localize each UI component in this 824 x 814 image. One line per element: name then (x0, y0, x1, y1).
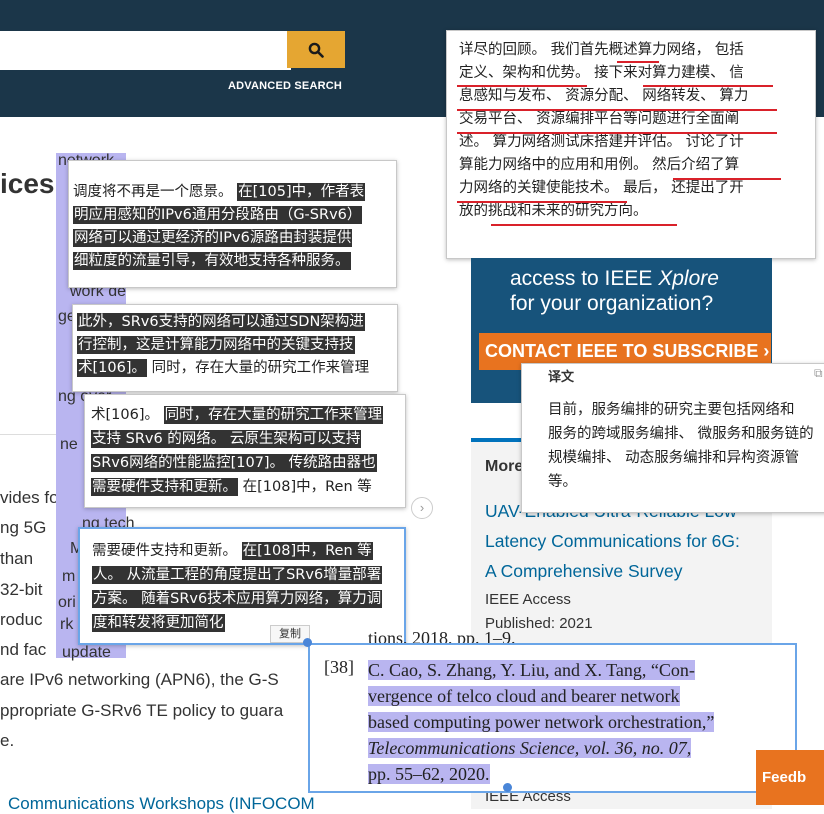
ad-line-italic: Xplore (658, 267, 719, 290)
annotation-underline (673, 178, 781, 180)
article-line: than (0, 549, 34, 568)
translation-line: 规模编排、 动态服务编排和异构资源管 (548, 450, 800, 466)
article-line: 32-bit (0, 580, 43, 599)
reference-line: pp. 55–62, 2020. (368, 764, 490, 784)
related-title-line: Latency Communications for 6G: (485, 531, 740, 551)
annotation-underline (457, 201, 627, 203)
annotation-underline (457, 109, 777, 111)
summary-line: 详尽的回顾。 我们首先概述算力网络， 包括 (459, 42, 744, 58)
popup-highlight: 行控制，这是计算能力网络中的关键支持技 (77, 336, 355, 354)
popup-text: 在[108]中，Ren 等 (242, 479, 372, 495)
chevron-right-icon: › (763, 341, 770, 361)
translation-title: 译文 (548, 370, 575, 385)
article-line: ng 5G (0, 518, 47, 537)
reference-line: based computing power network orchestrat… (368, 712, 715, 732)
popup-highlight: 度和转发将更加简化 (92, 614, 225, 632)
summary-line: 放的挑战和未来的研究方向。 (459, 203, 648, 219)
article-line: e. (0, 731, 15, 750)
popup-highlight: 同时，存在大量的研究工作来管理 (163, 406, 384, 424)
reference-line: Telecommunications Science, vol. 36, no.… (368, 738, 692, 758)
related-journal: IEEE Access (485, 591, 571, 608)
feedback-label: Feedb (762, 769, 807, 786)
summary-line: 述。 算力网络测试床搭建并评估。 讨论了计 (459, 134, 744, 150)
summary-line: 力网络的关键使能技术。 最后， 还提出了开 (459, 180, 744, 196)
search-button[interactable] (287, 31, 345, 68)
annotation-underline (457, 132, 777, 134)
article-line: ppropriate G-SRv6 TE policy to guara (0, 701, 284, 720)
chevron-right-icon[interactable]: › (411, 497, 433, 519)
related-title-line: A Comprehensive Survey (485, 561, 683, 581)
selected-text: ne (60, 436, 78, 453)
popup-highlight: 网络可以通过更经济的IPv6源路由封装提供 (73, 229, 353, 247)
popup-highlight: 在[108]中，Ren 等 (241, 542, 373, 560)
popup-text: 术[106]。 (91, 407, 159, 423)
reference-number: [38] (324, 657, 354, 677)
translation-line: 目前，服务编排的研究主要包括网络和 (548, 402, 795, 418)
summary-line: 交易平台、 资源编排平台等问题进行全面阐 (459, 111, 740, 127)
popup-highlight: 细粒度的流量引导，有效地支持各种服务。 (73, 252, 351, 270)
summary-line: 息感知与发布、 资源分配、 网络转发、 算力 (459, 88, 749, 104)
popup-highlight: 方案。 随着SRv6技术应用算力网络，算力调 (92, 590, 383, 608)
popup-highlight: 术[106]。 (77, 359, 147, 377)
ad-line: for your organization? (510, 292, 714, 315)
annotation-underline (643, 85, 773, 87)
annotation-underline (457, 85, 587, 87)
selection-handle[interactable] (503, 783, 512, 792)
article-heading-fragment: ices (0, 168, 55, 199)
popup-highlight: 在[105]中，作者表 (237, 183, 366, 201)
citation-link[interactable]: Communications Workshops (INFOCOM (8, 794, 315, 814)
more-like-this-heading: More (485, 458, 524, 475)
translation-popup: 译文 ⧉ 目前，服务编排的研究主要包括网络和 服务的跨域服务编排、 微服务和服务… (521, 363, 824, 513)
highlight-popup: 术[106]。 同时，存在大量的研究工作来管理 支持 SRv6 的网络。 云原生… (84, 394, 406, 508)
article-line: nd fac (0, 640, 47, 659)
popup-highlight: 此外，SRv6支持的网络可以通过SDN架构进 (77, 313, 365, 331)
annotation-underline (617, 61, 659, 63)
ad-line: access to IEEE (510, 267, 659, 290)
popup-text: 需要硬件支持和更新。 (92, 543, 237, 559)
cta-label: CONTACT IEEE TO SUBSCRIBE (485, 341, 759, 361)
popup-highlight: 需要硬件支持和更新。 (91, 478, 238, 496)
summary-line: 算能力网络中的应用和用例。 然后介绍了算 (459, 157, 740, 173)
advanced-search-link[interactable]: ADVANCED SEARCH (228, 80, 342, 92)
search-input[interactable] (0, 31, 291, 70)
popup-highlight: 人。 从流量工程的角度提出了SRv6增量部署 (92, 566, 383, 584)
selected-text: update (62, 644, 111, 661)
summary-translation-popup: 详尽的回顾。 我们首先概述算力网络， 包括 定义、架构和优势。 接下来对算力建模… (446, 30, 816, 259)
summary-line: 定义、架构和优势。 接下来对算力建模、 信 (459, 65, 744, 81)
reference-line: vergence of telco cloud and bearer netwo… (368, 686, 680, 706)
highlight-popup: 需要硬件支持和更新。 在[108]中，Ren 等 人。 从流量工程的角度提出了S… (78, 527, 406, 645)
selection-handle[interactable] (303, 638, 312, 647)
search-icon (308, 42, 324, 58)
annotation-underline (491, 224, 677, 226)
article-line: are IPv6 networking (APN6), the G-S (0, 670, 279, 689)
article-line: roduc (0, 610, 43, 629)
popup-text: 调度将不再是一个愿景。 (73, 184, 233, 200)
reference-line: C. Cao, S. Zhang, Y. Liu, and X. Tang, “… (368, 660, 695, 680)
ad-text: access to IEEE Xplore for your organizat… (510, 266, 719, 316)
article-line: vides fo (0, 488, 59, 507)
translation-line: 服务的跨域服务编排、 微服务和服务链的 (548, 426, 814, 442)
reference-popup: [38] C. Cao, S. Zhang, Y. Liu, and X. Ta… (308, 643, 797, 793)
translation-line: 等。 (548, 474, 577, 490)
divider (0, 434, 56, 435)
selected-text: ori (58, 594, 76, 611)
feedback-button[interactable]: Feedb (756, 750, 824, 805)
selected-text: m (62, 568, 76, 585)
highlight-popup: 此外，SRv6支持的网络可以通过SDN架构进 行控制，这是计算能力网络中的关键支… (72, 304, 398, 392)
popup-highlight: 明应用感知的IPv6通用分段路由（G-SRv6） (73, 206, 363, 224)
selected-text: rk (60, 616, 74, 633)
copy-icon[interactable]: ⧉ (814, 366, 823, 381)
popup-highlight: 支持 SRv6 的网络。 云原生架构可以支持 (91, 430, 362, 448)
popup-text: 同时，存在大量的研究工作来管理 (151, 360, 370, 376)
popup-highlight: SRv6网络的性能监控[107]。 传统路由器也 (91, 454, 377, 472)
highlight-popup: 调度将不再是一个愿景。 在[105]中，作者表 明应用感知的IPv6通用分段路由… (68, 160, 397, 288)
